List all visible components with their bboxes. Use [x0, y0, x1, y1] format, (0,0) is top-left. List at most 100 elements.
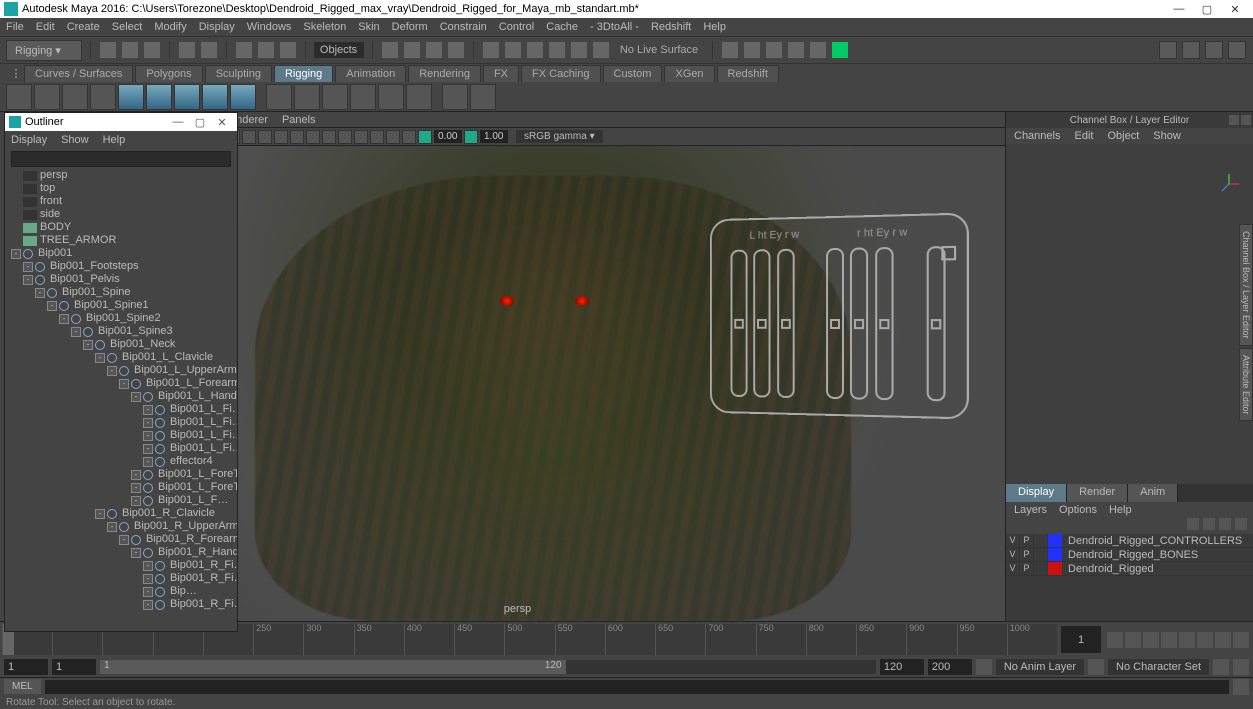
layer-playback-toggle[interactable]: P [1020, 534, 1034, 547]
redo-icon[interactable] [201, 42, 217, 58]
exposure-field[interactable]: 0.00 [434, 130, 462, 143]
menu-item[interactable]: Cache [546, 21, 578, 33]
menu-item[interactable]: Modify [154, 21, 186, 33]
expand-toggle-icon[interactable]: - [35, 288, 45, 298]
window-maximize-button[interactable]: ▢ [1193, 3, 1221, 16]
outliner-node[interactable]: -Bip001_L_F… [7, 494, 235, 507]
shelf-tab[interactable]: Polygons [135, 65, 202, 82]
script-editor-icon[interactable] [1233, 679, 1249, 695]
shelf-cluster-icon[interactable] [230, 84, 256, 110]
2d-pan-zoom-icon[interactable] [306, 130, 320, 144]
layer-playback-toggle[interactable]: P [1020, 562, 1034, 575]
toggle-2-icon[interactable] [744, 42, 760, 58]
toggle-3-icon[interactable] [766, 42, 782, 58]
shelf-constraint-parent-icon[interactable] [442, 84, 468, 110]
move-layer-up-icon[interactable] [1187, 518, 1199, 530]
face-rig-slider[interactable] [826, 248, 844, 399]
face-rig-slider[interactable] [927, 246, 946, 401]
viewport-renderer-icon[interactable] [338, 130, 352, 144]
menu-item[interactable]: Help [703, 21, 726, 33]
motion-blur-icon[interactable] [370, 130, 384, 144]
shelf-tab[interactable]: Curves / Surfaces [24, 65, 133, 82]
expand-toggle-icon[interactable]: - [143, 600, 153, 610]
layer-color-swatch[interactable] [1048, 562, 1062, 575]
range-slider-thumb[interactable]: 1 120 [100, 660, 566, 674]
attribute-editor-toggle-icon[interactable] [1228, 41, 1246, 59]
outliner-node[interactable]: -Bip001_R_Fi… [7, 572, 235, 585]
outliner-node[interactable]: side [7, 208, 235, 221]
expand-toggle-icon[interactable]: - [143, 587, 153, 597]
character-set-icon[interactable] [1088, 659, 1104, 675]
expand-toggle-icon[interactable]: - [59, 314, 69, 324]
menu-item[interactable]: File [6, 21, 24, 33]
window-minimize-button[interactable]: — [1165, 3, 1193, 15]
shelf-joint-tool-icon[interactable] [6, 84, 32, 110]
toggle-1-icon[interactable] [722, 42, 738, 58]
expand-toggle-icon[interactable]: - [143, 405, 153, 415]
expand-toggle-icon[interactable]: - [71, 327, 81, 337]
outliner-node[interactable]: -Bip001_L_UpperArm [7, 364, 235, 377]
face-rig-slider[interactable] [731, 250, 748, 398]
shelf-tab[interactable]: FX [483, 65, 519, 82]
hypershade-toggle-icon[interactable] [1182, 41, 1200, 59]
menu-item[interactable]: Control [499, 21, 534, 33]
menu-item[interactable]: Select [112, 21, 143, 33]
range-start-inner-field[interactable]: 1 [52, 659, 96, 675]
expand-toggle-icon[interactable]: - [131, 496, 141, 506]
outliner-node[interactable]: -Bip001_Spine [7, 286, 235, 299]
shelf-menu-icon[interactable]: ⋮ [10, 67, 22, 80]
shelf-blendshape-icon[interactable] [322, 84, 348, 110]
shelf-tab[interactable]: FX Caching [521, 65, 600, 82]
save-scene-icon[interactable] [144, 42, 160, 58]
expand-toggle-icon[interactable]: - [143, 431, 153, 441]
outliner-node[interactable]: -Bip001_Footsteps [7, 260, 235, 273]
toggle-5-icon[interactable] [810, 42, 826, 58]
menu-item[interactable]: Constrain [440, 21, 487, 33]
shelf-paint-weights-icon[interactable] [118, 84, 144, 110]
outliner-node[interactable]: persp [7, 169, 235, 182]
multisample-icon[interactable] [386, 130, 400, 144]
channel-box-toggle-icon[interactable] [1205, 41, 1223, 59]
expand-toggle-icon[interactable]: - [23, 262, 33, 272]
expand-toggle-icon[interactable]: - [107, 366, 117, 376]
outliner-maximize-button[interactable]: ▢ [189, 116, 211, 129]
toggle-4-icon[interactable] [788, 42, 804, 58]
layer-display-type[interactable] [1034, 534, 1048, 547]
channel-menu-item[interactable]: Channels [1014, 130, 1060, 142]
outliner-menu-item[interactable]: Help [103, 134, 126, 146]
expand-toggle-icon[interactable]: - [131, 483, 141, 493]
outliner-node[interactable]: -effector4 [7, 455, 235, 468]
move-layer-down-icon[interactable] [1203, 518, 1215, 530]
dof-icon[interactable] [402, 130, 416, 144]
shelf-tab[interactable]: Rendering [408, 65, 481, 82]
shelf-wire-icon[interactable] [378, 84, 404, 110]
expand-toggle-icon[interactable]: - [131, 548, 141, 558]
layer-tab[interactable]: Anim [1128, 484, 1178, 502]
expand-toggle-icon[interactable]: - [11, 249, 21, 259]
outliner-node[interactable]: -Bip001_Neck [7, 338, 235, 351]
outliner-title-bar[interactable]: Outliner — ▢ ✕ [5, 113, 237, 131]
layer-visibility-toggle[interactable]: V [1006, 562, 1020, 575]
auto-key-toggle-icon[interactable] [976, 659, 992, 675]
play-forward-icon[interactable] [1179, 632, 1195, 648]
outliner-node[interactable]: -Bip001_Spine3 [7, 325, 235, 338]
expand-toggle-icon[interactable]: - [23, 275, 33, 285]
outliner-node[interactable]: TREE_ARMOR [7, 234, 235, 247]
expand-toggle-icon[interactable]: - [95, 353, 105, 363]
face-rig-slider[interactable] [850, 247, 868, 399]
panel-close-icon[interactable] [1241, 115, 1251, 125]
outliner-minimize-button[interactable]: — [167, 116, 189, 128]
layer-visibility-toggle[interactable]: V [1006, 534, 1020, 547]
shelf-lattice-icon[interactable] [266, 84, 292, 110]
layer-color-swatch[interactable] [1048, 534, 1062, 547]
range-start-outer-field[interactable]: 1 [4, 659, 48, 675]
history-toggle-icon[interactable] [505, 42, 521, 58]
shelf-tab[interactable]: Rigging [274, 65, 333, 82]
expand-toggle-icon[interactable]: - [131, 470, 141, 480]
channel-menu-item[interactable]: Edit [1074, 130, 1093, 142]
side-tab-channel-box[interactable]: Channel Box / Layer Editor [1239, 224, 1253, 346]
expand-toggle-icon[interactable]: - [47, 301, 57, 311]
layer-menu-item[interactable]: Options [1059, 504, 1097, 516]
side-tab-attribute-editor[interactable]: Attribute Editor [1239, 348, 1253, 422]
outliner-node[interactable]: -Bip001_R_Fi… [7, 559, 235, 572]
